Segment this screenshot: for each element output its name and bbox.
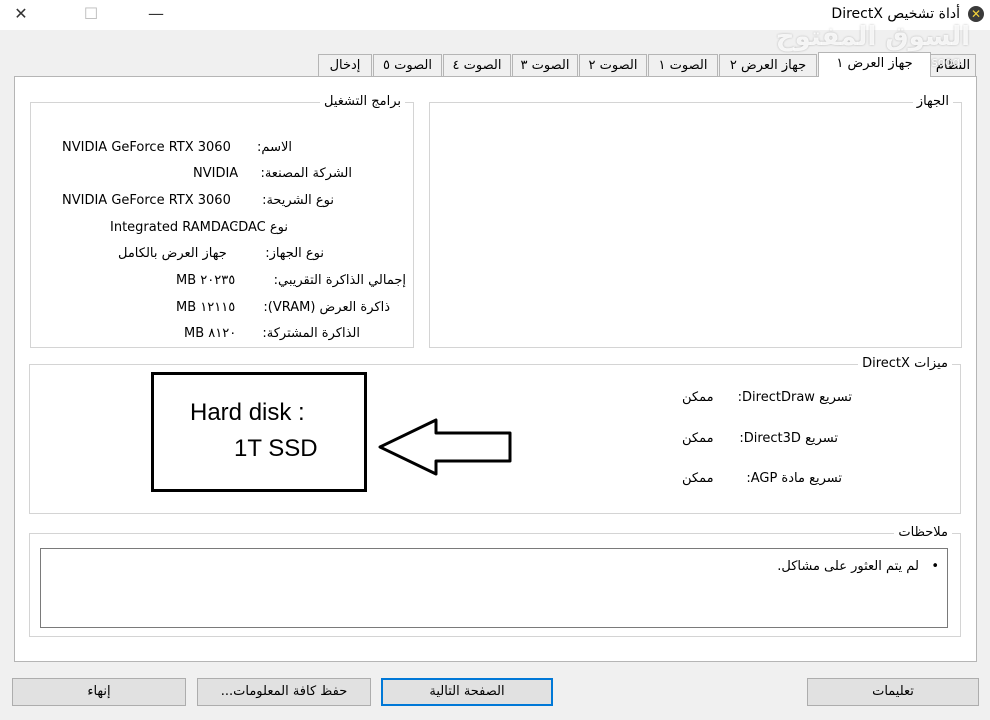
agp-label: تسريع مادة AGP: <box>746 471 842 486</box>
vram-label: ذاكرة العرض (VRAM): <box>263 300 390 315</box>
tab-sound-2[interactable]: الصوت ٢ <box>579 54 647 76</box>
notes-item-text: لم يتم العثور على مشاكل. <box>777 559 919 574</box>
notes-group-label: ملاحظات <box>894 525 952 540</box>
chip-type-label: نوع الشريحة: <box>262 193 334 208</box>
hard-disk-value: 1T SSD <box>234 435 318 462</box>
notes-item: • لم يتم العثور على مشاكل. <box>777 559 939 574</box>
dac-type-value: Integrated RAMDAC <box>110 220 239 235</box>
manufacturer-value: NVIDIA <box>193 166 239 181</box>
device-group-label: الجهاز <box>912 94 953 109</box>
chip-type-value: NVIDIA GeForce RTX 3060 <box>62 193 231 208</box>
total-memory-label: إجمالي الذاكرة التقريبي: <box>273 273 406 288</box>
bullet-glyph: • <box>931 559 939 574</box>
dac-type-label: نوع DAC: <box>233 220 288 235</box>
hard-disk-annotation: Hard disk : 1T SSD <box>151 372 367 492</box>
arrow-left-icon <box>378 418 512 476</box>
agp-value: ممكن <box>682 471 714 486</box>
device-group: الجهاز <box>429 94 962 348</box>
direct3d-label: تسريع Direct3D: <box>739 431 838 446</box>
directx-icon: ✕ <box>968 6 984 22</box>
save-all-button[interactable]: حفظ كافة المعلومات... <box>197 678 371 706</box>
drivers-group-label: برامج التشغيل <box>319 94 405 109</box>
close-icon[interactable]: ✕ <box>10 4 32 24</box>
tab-display-2[interactable]: جهاز العرض ٢ <box>719 54 817 76</box>
window-title: أداة تشخيص DirectX <box>831 6 960 22</box>
total-memory-value: MB ٢٠٢٣٥ <box>176 273 236 288</box>
device-type-label: نوع الجهاز: <box>265 246 324 261</box>
notes-textbox[interactable]: • لم يتم العثور على مشاكل. <box>40 548 948 628</box>
next-page-button[interactable]: الصفحة التالية <box>381 678 553 706</box>
device-type-value: جهاز العرض بالكامل <box>118 246 227 261</box>
exit-button[interactable]: إنهاء <box>12 678 186 706</box>
tab-sound-5[interactable]: الصوت ٥ <box>373 54 442 76</box>
tab-sound-4[interactable]: الصوت ٤ <box>443 54 511 76</box>
hard-disk-label: Hard disk : <box>190 399 305 426</box>
minimize-icon[interactable]: — <box>145 4 167 24</box>
vram-value: MB ١٢١١٥ <box>176 300 236 315</box>
tab-input[interactable]: إدخال <box>318 54 372 76</box>
tab-strip: النظام جهاز العرض ١ جهاز العرض ٢ الصوت ١… <box>0 52 990 77</box>
driver-name-value: NVIDIA GeForce RTX 3060 <box>62 140 231 155</box>
maximize-icon[interactable]: ☐ <box>80 4 102 24</box>
tab-sound-1[interactable]: الصوت ١ <box>648 54 718 76</box>
direct3d-value: ممكن <box>682 431 714 446</box>
tab-display-1[interactable]: جهاز العرض ١ <box>818 52 931 77</box>
shared-memory-label: الذاكرة المشتركة: <box>262 326 360 341</box>
features-group-label: ميزات DirectX <box>858 356 952 371</box>
help-button[interactable]: تعليمات <box>807 678 979 706</box>
directdraw-label: تسريع DirectDraw: <box>737 390 852 405</box>
directdraw-value: ممكن <box>682 390 714 405</box>
tab-sound-3[interactable]: الصوت ٣ <box>512 54 578 76</box>
shared-memory-value: MB ٨١٢٠ <box>184 326 237 341</box>
manufacturer-label: الشركة المصنعة: <box>260 166 352 181</box>
watermark-logo: السوق المفتوح <box>775 22 970 52</box>
driver-name-label: الاسم: <box>257 140 292 155</box>
